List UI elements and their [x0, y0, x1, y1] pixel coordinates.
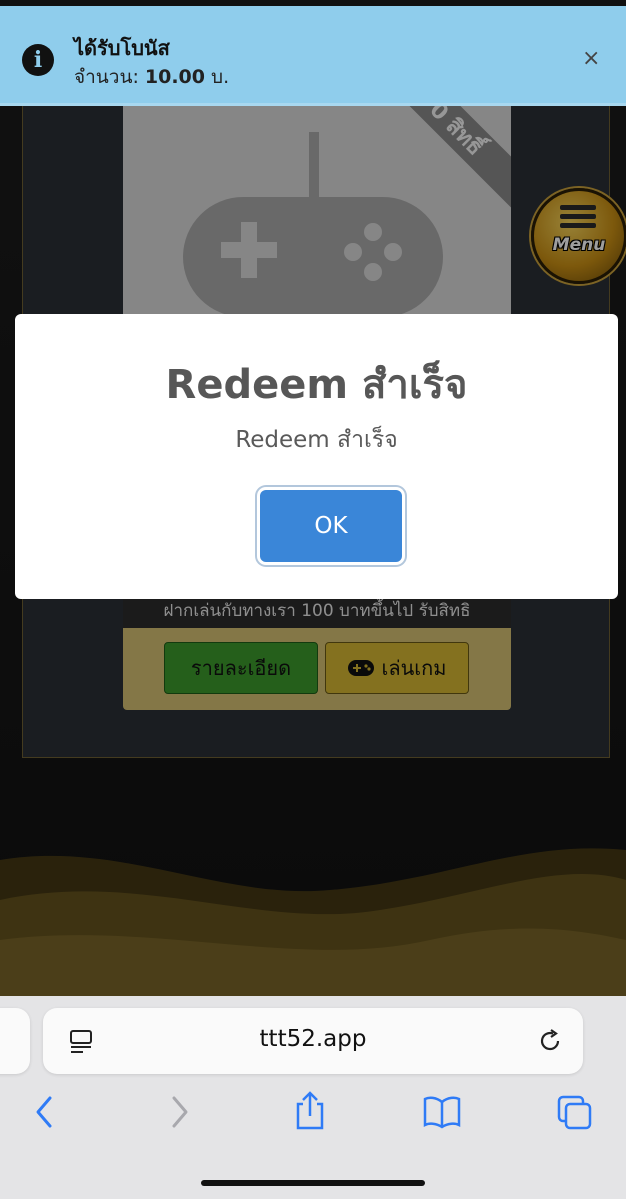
previous-tab-bar[interactable] — [0, 1008, 30, 1074]
dialog-title: Redeem สำเร็จ — [165, 362, 468, 408]
success-dialog: Redeem สำเร็จ Redeem สำเร็จ OK — [15, 314, 618, 599]
notification-amount-suffix: บ. — [205, 66, 230, 88]
notification-amount: 10.00 — [144, 66, 205, 88]
notification-amount-prefix: จำนวน: — [74, 66, 145, 88]
share-icon[interactable] — [292, 1090, 328, 1132]
reload-icon[interactable] — [537, 1028, 563, 1054]
home-indicator — [201, 1180, 425, 1186]
back-icon[interactable] — [30, 1094, 58, 1130]
url-text: ttt52.app — [259, 1026, 367, 1052]
address-bar[interactable]: ttt52.app — [43, 1008, 583, 1074]
tabs-icon[interactable] — [556, 1094, 594, 1132]
bonus-notification: i ได้รับโบนัส จำนวน: 10.00 บ. × — [0, 6, 626, 106]
forward-icon[interactable] — [166, 1094, 194, 1130]
notification-body: จำนวน: 10.00 บ. — [74, 62, 229, 92]
ok-button[interactable]: OK — [260, 490, 402, 562]
bookmarks-icon[interactable] — [422, 1094, 462, 1130]
close-icon[interactable]: × — [582, 48, 600, 70]
notification-title: ได้รับโบนัส — [74, 36, 170, 60]
info-icon: i — [22, 44, 54, 76]
browser-toolbar: ttt52.app — [0, 996, 626, 1199]
dialog-message: Redeem สำเร็จ — [235, 427, 398, 453]
